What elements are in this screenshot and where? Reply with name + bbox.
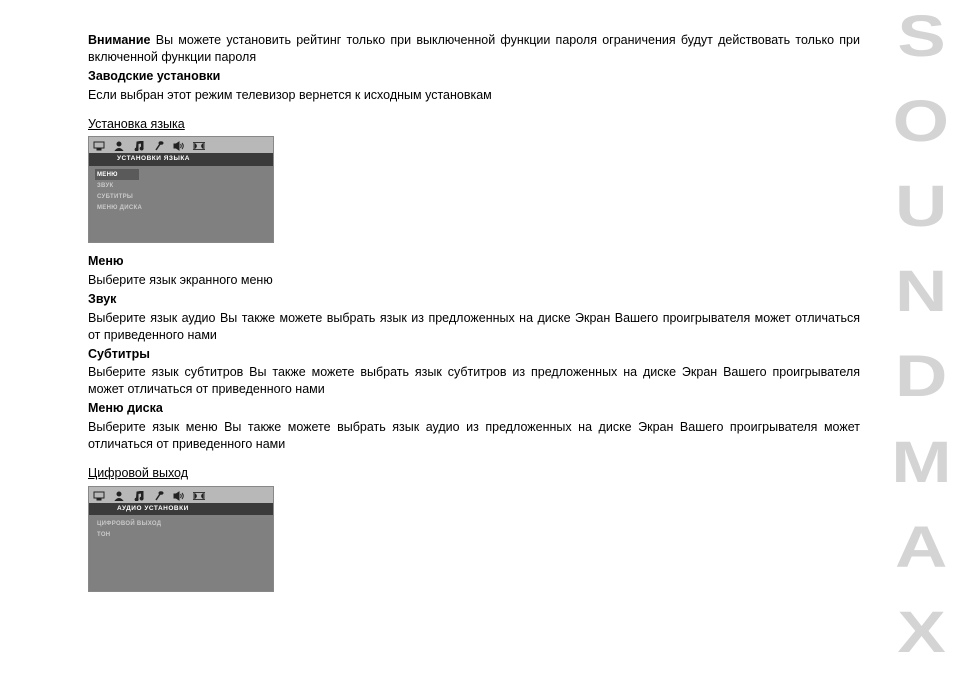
osd-title: АУДИО УСТАНОВКИ [89, 503, 273, 516]
subs-label: Субтитры [88, 346, 860, 363]
mic-icon [153, 141, 165, 151]
factory-text: Если выбран этот режим телевизор вернетс… [88, 87, 860, 104]
disc-menu-text: Выберите язык меню Вы также можете выбра… [88, 419, 860, 453]
speaker-icon [173, 141, 185, 151]
music-icon [133, 491, 145, 501]
dolby-icon [193, 491, 205, 501]
osd-item: СУБТИТРЫ [95, 191, 267, 202]
attention-paragraph: Внимание Вы можете установить рейтинг то… [88, 32, 860, 66]
osd-menu-list: МЕНЮ ЗВУК СУБТИТРЫ МЕНЮ ДИСКА [89, 166, 273, 242]
attention-text: Вы можете установить рейтинг только при … [88, 33, 860, 64]
factory-label: Заводские установки [88, 68, 860, 85]
osd-menu-list: ЦИФРОВОЙ ВЫХОД ТОН [89, 515, 273, 591]
document-body: Внимание Вы можете установить рейтинг то… [88, 32, 860, 602]
menu-label: Меню [88, 253, 860, 270]
language-heading: Установка языка [88, 116, 860, 133]
osd-item: ЗВУК [95, 180, 267, 191]
sound-text: Выберите язык аудио Вы также можете выбр… [88, 310, 860, 344]
sound-label: Звук [88, 291, 860, 308]
monitor-icon [93, 491, 105, 501]
osd-item: МЕНЮ ДИСКА [95, 202, 267, 213]
music-icon [133, 141, 145, 151]
osd-item: ЦИФРОВОЙ ВЫХОД [95, 518, 267, 529]
osd-title: УСТАНОВКИ ЯЗЫКА [89, 153, 273, 166]
osd-audio-panel: АУДИО УСТАНОВКИ ЦИФРОВОЙ ВЫХОД ТОН [88, 486, 274, 593]
menu-text: Выберите язык экранного меню [88, 272, 860, 289]
monitor-icon [93, 141, 105, 151]
brand-watermark: SOUNDMAX [890, 14, 950, 655]
osd-language-panel: УСТАНОВКИ ЯЗЫКА МЕНЮ ЗВУК СУБТИТРЫ МЕНЮ … [88, 136, 274, 243]
osd-item: ТОН [95, 530, 267, 541]
disc-menu-label: Меню диска [88, 400, 860, 417]
osd-tab-icons [89, 137, 273, 153]
digital-out-heading: Цифровой выход [88, 465, 860, 482]
person-icon [113, 141, 125, 151]
person-icon [113, 491, 125, 501]
attention-label: Внимание [88, 33, 150, 47]
mic-icon [153, 491, 165, 501]
osd-item: МЕНЮ [95, 169, 139, 180]
osd-tab-icons [89, 487, 273, 503]
subs-text: Выберите язык субтитров Вы также можете … [88, 364, 860, 398]
dolby-icon [193, 141, 205, 151]
speaker-icon [173, 491, 185, 501]
